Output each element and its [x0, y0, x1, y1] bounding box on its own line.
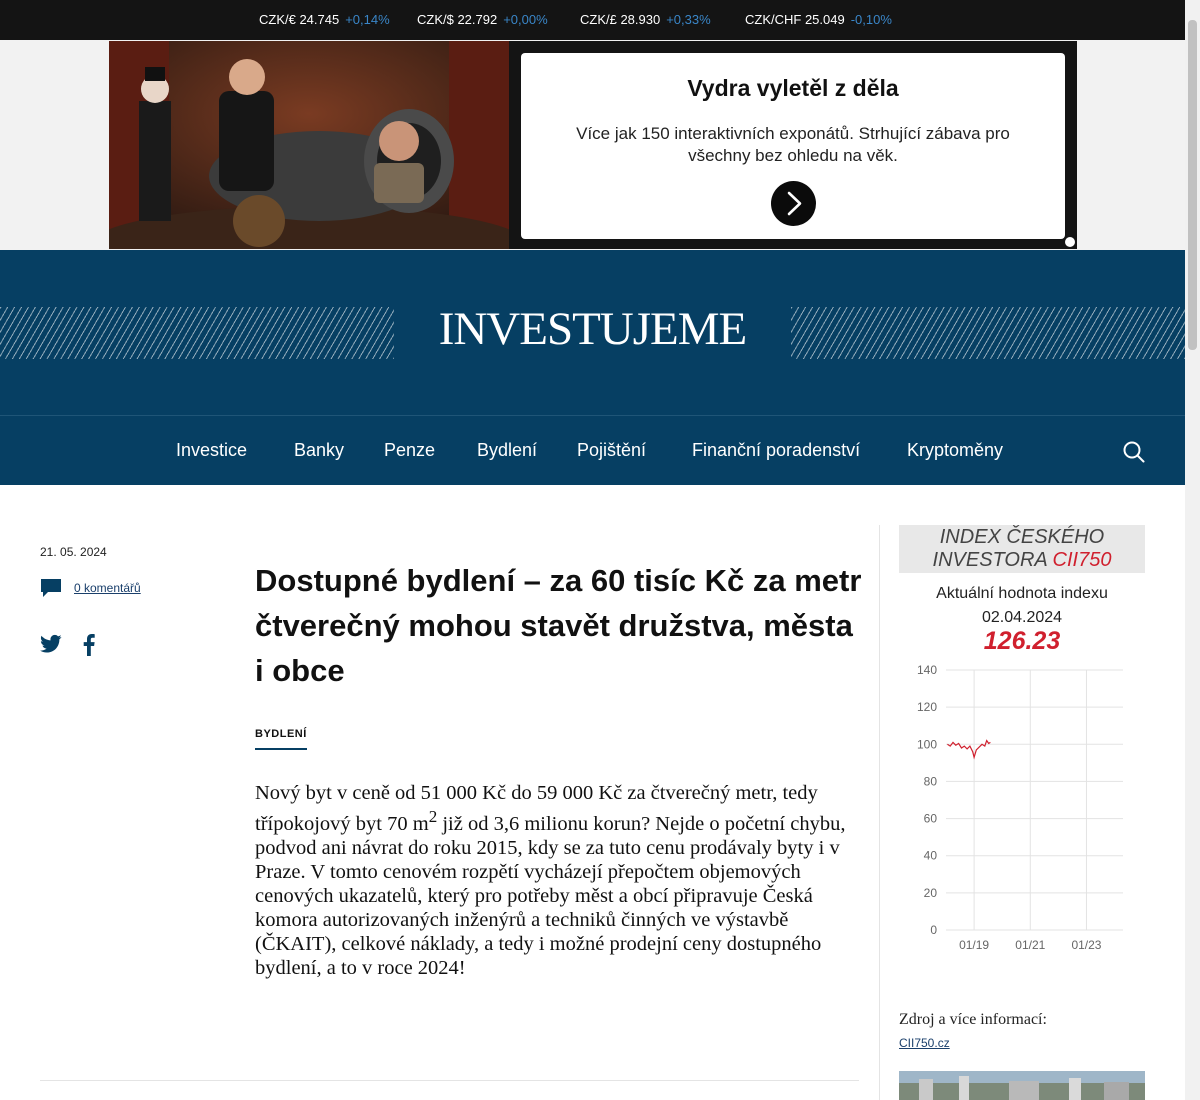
ticker-pair: CZK/CHF 25.049 — [745, 12, 845, 27]
index-current-value: 126.23 — [983, 627, 1061, 655]
nav-item-banky[interactable]: Banky — [294, 440, 344, 461]
chart-y-tick-label: 120 — [917, 700, 937, 714]
share-twitter-button[interactable] — [40, 634, 62, 659]
header-decoration-right — [791, 307, 1185, 359]
comments-count: 0 komentářů — [74, 581, 141, 595]
ticker-change: +0,33% — [666, 12, 711, 27]
chevron-right-icon — [787, 191, 802, 216]
ad-card[interactable]: Vydra vyletěl z děla Více jak 150 intera… — [521, 53, 1065, 239]
ad-choices-icon[interactable] — [1065, 237, 1075, 247]
ad-area: Vydra vyletěl z děla Více jak 150 intera… — [0, 40, 1185, 250]
chart-y-tick-label: 100 — [917, 737, 937, 751]
article-category-tag[interactable]: BYDLENÍ — [255, 728, 307, 750]
twitter-icon — [40, 634, 62, 653]
chart-x-tick-label: 01/19 — [959, 938, 989, 952]
chart-y-tick-label: 60 — [924, 812, 938, 826]
index-chart: 0 20 40 60 80 100 120 140 01/19 01/21 01/23 — [917, 663, 1123, 952]
site-logo[interactable]: INVESTUJEME — [394, 302, 791, 356]
comments-link[interactable]: 0 komentářů — [40, 578, 141, 598]
nav-item-pojisteni[interactable]: Pojištění — [577, 440, 646, 461]
index-widget-title: INDEX ČESKÉHO INVESTORA CII750 — [899, 525, 1145, 573]
ticker-item-gbp[interactable]: CZK/£ 28.930 +0,33% — [580, 12, 711, 27]
ad-photo[interactable] — [109, 41, 509, 249]
search-icon — [1123, 441, 1145, 463]
page-scrollbar[interactable] — [1185, 0, 1200, 1100]
ticker-change: +0,00% — [503, 12, 548, 27]
ticker-change: -0,10% — [850, 12, 892, 27]
chart-y-tick-label: 0 — [930, 923, 937, 937]
nav-item-kryptomeny[interactable]: Kryptoměny — [907, 440, 1003, 461]
article-lead: Nový byt v ceně od 51 000 Kč do 59 000 K… — [255, 781, 860, 980]
site-header: INVESTUJEME — [0, 250, 1185, 415]
comment-icon — [41, 579, 61, 597]
widget-title-text: INVESTORA — [932, 549, 1053, 571]
column-divider — [879, 525, 880, 1100]
main-nav: Investice Banky Penze Bydlení Pojištění … — [0, 415, 1185, 485]
widget-title-line: INDEX ČESKÉHO — [939, 526, 1105, 548]
facebook-icon — [83, 634, 95, 656]
chart-y-tick-label: 20 — [924, 886, 938, 900]
lead-text-part: již od 3,6 milionu korun? Nejde o početn… — [255, 812, 846, 979]
index-widget-subtitle: Aktuální hodnota indexu 02.04.2024 — [899, 582, 1145, 630]
chart-series-line — [947, 739, 991, 760]
ticker-item-eur[interactable]: CZK/€ 24.745 +0,14% — [259, 12, 390, 27]
chart-y-tick-label: 140 — [917, 663, 937, 677]
article-date: 21. 05. 2024 — [40, 545, 107, 559]
share-facebook-button[interactable] — [83, 634, 95, 661]
source-link[interactable]: CII750.cz — [899, 1036, 950, 1050]
chart-x-tick-label: 01/21 — [1015, 938, 1045, 952]
search-button[interactable] — [1122, 440, 1146, 464]
source-label: Zdroj a více informací: — [899, 1011, 1047, 1028]
nav-item-penze[interactable]: Penze — [384, 440, 435, 461]
ad-next-button[interactable] — [771, 181, 816, 226]
section-divider — [40, 1080, 859, 1081]
scrollbar-thumb[interactable] — [1188, 20, 1197, 350]
ad-banner[interactable]: Vydra vyletěl z děla Více jak 150 intera… — [109, 41, 1077, 249]
ticker-pair: CZK/€ 24.745 — [259, 12, 340, 27]
header-decoration-left — [0, 307, 394, 359]
widget-title-line: INVESTORA CII750 — [899, 549, 1145, 572]
currency-ticker: CZK/€ 24.745 +0,14% CZK/$ 22.792 +0,00% CZ… — [0, 0, 1185, 40]
ticker-change: +0,14% — [345, 12, 390, 27]
widget-subtitle-label: Aktuální hodnota indexu — [936, 585, 1108, 602]
city-photo[interactable] — [899, 1071, 1145, 1100]
ticker-item-usd[interactable]: CZK/$ 22.792 +0,00% — [417, 12, 548, 27]
nav-item-bydleni[interactable]: Bydlení — [477, 440, 537, 461]
nav-item-financni-poradenstvi[interactable]: Finanční poradenství — [692, 440, 860, 461]
lead-superscript: 2 — [428, 807, 438, 826]
ticker-item-chf[interactable]: CZK/CHF 25.049 -0,10% — [745, 12, 892, 27]
chart-y-tick-label: 40 — [924, 849, 938, 863]
ticker-pair: CZK/$ 22.792 — [417, 12, 498, 27]
chart-x-tick-label: 01/23 — [1071, 938, 1101, 952]
city-photo-illustration — [899, 1071, 1145, 1100]
ad-text: Více jak 150 interaktivních exponátů. St… — [576, 124, 1010, 165]
ticker-pair: CZK/£ 28.930 — [580, 12, 661, 27]
chart-y-tick-label: 80 — [924, 774, 938, 788]
ad-title: Vydra vyletěl z děla — [687, 75, 899, 101]
nav-item-investice[interactable]: Investice — [176, 440, 247, 461]
widget-title-highlight: CII750 — [1052, 549, 1112, 571]
article-title: Dostupné bydlení – za 60 tisíc Kč za met… — [255, 563, 862, 688]
ad-photo-illustration — [109, 41, 509, 249]
